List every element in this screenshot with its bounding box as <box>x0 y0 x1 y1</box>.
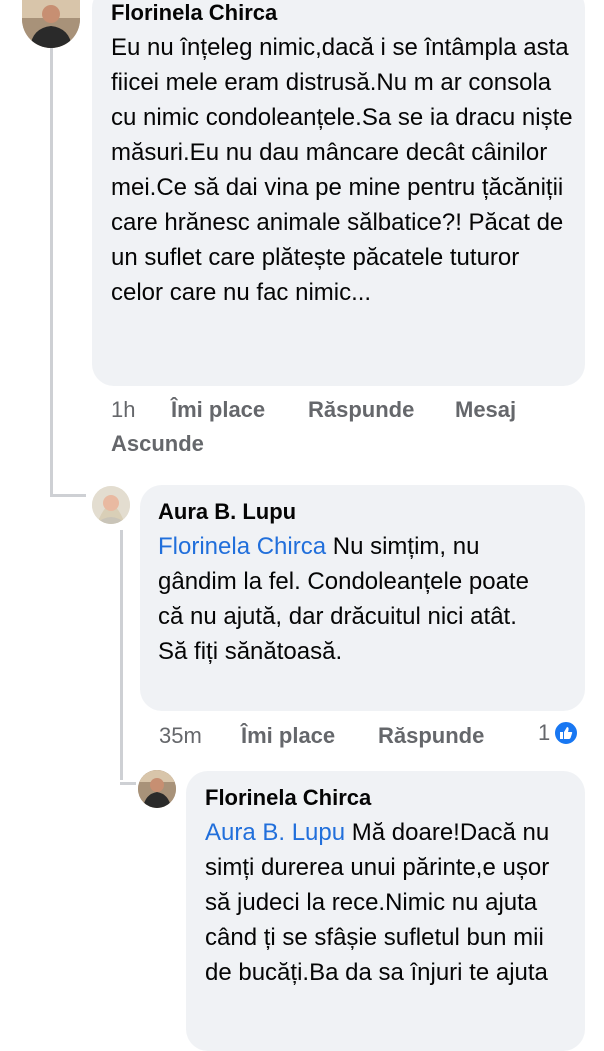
thread-line-main <box>50 48 53 496</box>
person-avatar-icon <box>138 770 176 808</box>
thread-line-reply-curve <box>120 782 136 785</box>
comment-bubble: Florinela Chirca Aura B. Lupu Mă doare!D… <box>186 771 585 1051</box>
comment-timestamp[interactable]: 35m <box>159 723 202 749</box>
person-avatar-icon <box>22 0 80 48</box>
mention-link[interactable]: Aura B. Lupu <box>205 819 345 846</box>
message-button[interactable]: Mesaj <box>455 397 516 423</box>
comment-author[interactable]: Aura B. Lupu <box>158 499 296 525</box>
comment-text: Florinela Chirca Nu simțim, nu gândim la… <box>158 529 538 669</box>
avatar[interactable] <box>92 486 130 524</box>
thread-line-curve <box>50 494 86 497</box>
reply-button[interactable]: Răspunde <box>378 723 484 749</box>
avatar[interactable] <box>22 0 80 48</box>
thread-line-reply <box>120 530 123 780</box>
comment-timestamp[interactable]: 1h <box>111 397 135 423</box>
mention-link[interactable]: Florinela Chirca <box>158 533 326 560</box>
avatar[interactable] <box>138 770 176 808</box>
comment-text: Eu nu înțeleg nimic,dacă i se întâmpla a… <box>111 34 573 306</box>
reply-button[interactable]: Răspunde <box>308 397 414 423</box>
comment-text: Aura B. Lupu Mă doare!Dacă nu simți dure… <box>205 815 575 990</box>
like-button[interactable]: Îmi place <box>171 397 265 423</box>
person-avatar-icon <box>92 486 130 524</box>
comment-bubble: Florinela Chirca Eu nu înțeleg nimic,dac… <box>92 0 585 386</box>
comment-author[interactable]: Florinela Chirca <box>205 785 371 811</box>
reaction-count-number: 1 <box>538 720 551 745</box>
comment-bubble: Aura B. Lupu Florinela Chirca Nu simțim,… <box>140 485 585 711</box>
reaction-count[interactable]: 1 <box>538 720 580 746</box>
comment-author[interactable]: Florinela Chirca <box>111 0 277 26</box>
hide-button[interactable]: Ascunde <box>111 431 204 457</box>
thumbs-up-icon <box>553 720 580 746</box>
like-button[interactable]: Îmi place <box>241 723 335 749</box>
